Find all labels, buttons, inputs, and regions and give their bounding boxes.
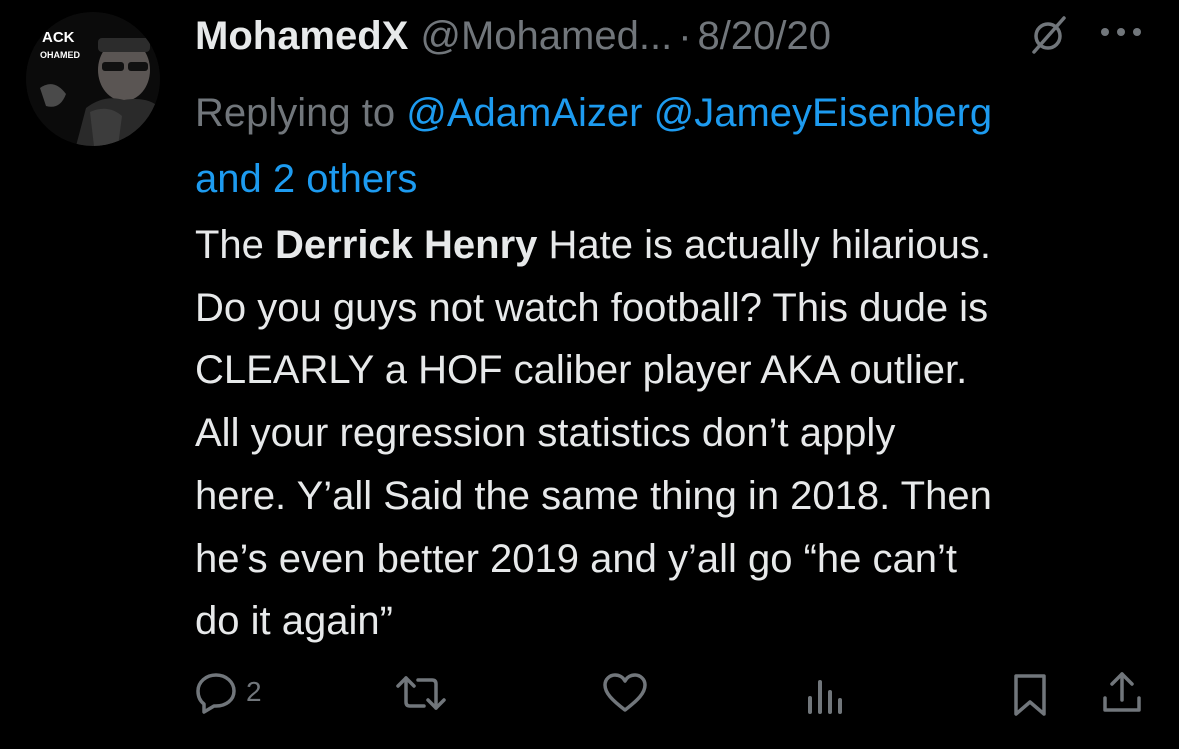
reply-icon [196, 673, 236, 714]
tweet-text-rest: Hate is actually hilarious. Do you guys … [195, 223, 992, 644]
avatar-image: ACK OHAMED [26, 12, 160, 146]
views-button[interactable] [804, 676, 848, 716]
like-icon [603, 673, 647, 712]
retweet-button[interactable] [396, 672, 446, 714]
replying-to-label: Replying to [195, 91, 396, 135]
tweet-header: MohamedX @Mohamed... · 8/20/20 [195, 10, 1159, 62]
mention-link[interactable]: @AdamAizer [406, 91, 642, 135]
tweet-date[interactable]: 8/20/20 [698, 14, 831, 59]
author-handle[interactable]: @Mohamed... [420, 14, 672, 59]
replying-to: Replying to @AdamAizer @JameyEisenberg a… [195, 80, 1155, 212]
grok-icon[interactable] [1026, 14, 1070, 58]
views-icon [808, 680, 842, 714]
bookmark-button[interactable] [1012, 672, 1048, 718]
action-bar: 2 [0, 660, 1179, 730]
share-button[interactable] [1100, 670, 1144, 716]
reply-count: 2 [246, 676, 262, 707]
reply-button[interactable]: 2 [194, 670, 262, 714]
mention-link[interactable]: @JameyEisenberg [654, 91, 993, 135]
bookmark-icon [1014, 674, 1046, 716]
header-separator: · [678, 13, 692, 58]
author-name[interactable]: MohamedX [195, 14, 408, 59]
tweet-text-bold: Derrick Henry [275, 223, 538, 267]
more-icon[interactable] [1098, 20, 1144, 44]
tweet-text-start: The [195, 223, 276, 267]
avatar-text-top: ACK [42, 29, 75, 46]
retweet-icon [396, 676, 446, 710]
tweet-text: The Derrick Henry Hate is actually hilar… [195, 214, 1165, 653]
avatar[interactable]: ACK OHAMED [26, 12, 160, 146]
like-button[interactable] [602, 672, 648, 714]
others-link[interactable]: and 2 others [195, 157, 417, 201]
share-icon [1103, 672, 1141, 712]
avatar-text-bottom: OHAMED [40, 50, 80, 60]
